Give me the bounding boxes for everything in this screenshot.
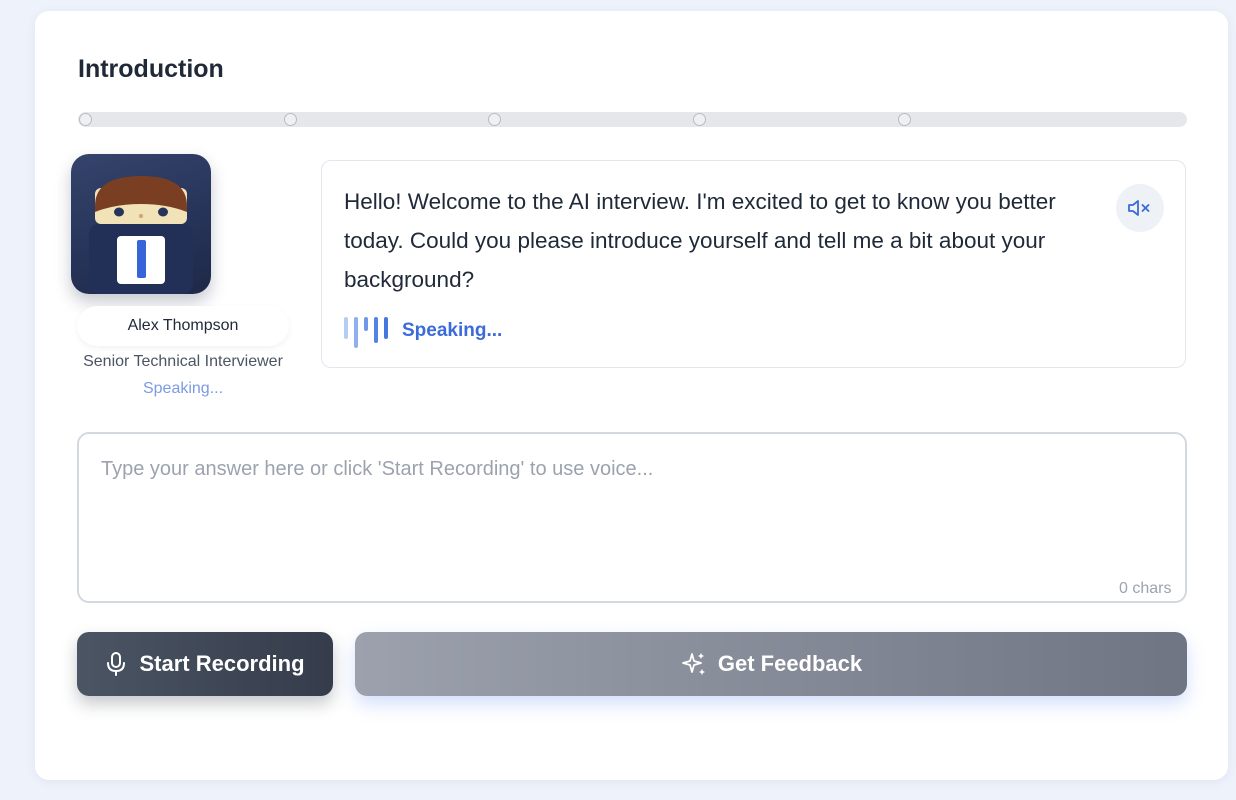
interviewer-status: Speaking... bbox=[142, 380, 224, 397]
progress-bar bbox=[78, 112, 1187, 127]
microphone-icon bbox=[107, 652, 126, 676]
sparkles-icon bbox=[681, 653, 705, 675]
get-feedback-button[interactable]: Get Feedback bbox=[355, 632, 1187, 696]
progress-step-dot bbox=[693, 113, 706, 126]
progress-step-dot bbox=[79, 113, 92, 126]
answer-input[interactable] bbox=[77, 432, 1187, 603]
question-text: Hello! Welcome to the AI interview. I'm … bbox=[344, 189, 1056, 292]
section-title: Introduction bbox=[78, 55, 224, 83]
mute-button[interactable] bbox=[1116, 184, 1164, 232]
get-feedback-label: Get Feedback bbox=[717, 651, 863, 676]
interviewer-name: Alex Thompson bbox=[77, 306, 289, 346]
char-count: 0 chars bbox=[1119, 580, 1172, 597]
interviewer-avatar bbox=[71, 154, 211, 294]
start-recording-button[interactable]: Start Recording bbox=[77, 632, 333, 696]
speaker-muted-icon bbox=[1128, 200, 1150, 216]
speaking-indicator: Speaking... bbox=[344, 314, 502, 348]
progress-step-dot bbox=[488, 113, 501, 126]
progress-step-dot bbox=[284, 113, 297, 126]
speaking-label: Speaking... bbox=[402, 320, 503, 341]
interviewer-avatar-icon bbox=[89, 176, 193, 294]
progress-step-dot bbox=[898, 113, 911, 126]
interviewer-role: Senior Technical Interviewer bbox=[83, 353, 283, 370]
sound-wave-icon bbox=[344, 314, 394, 348]
start-recording-label: Start Recording bbox=[139, 651, 305, 676]
question-bubble: Hello! Welcome to the AI interview. I'm … bbox=[321, 160, 1186, 368]
interview-card: Introduction Alex Thompson Senior Techni… bbox=[35, 11, 1228, 780]
